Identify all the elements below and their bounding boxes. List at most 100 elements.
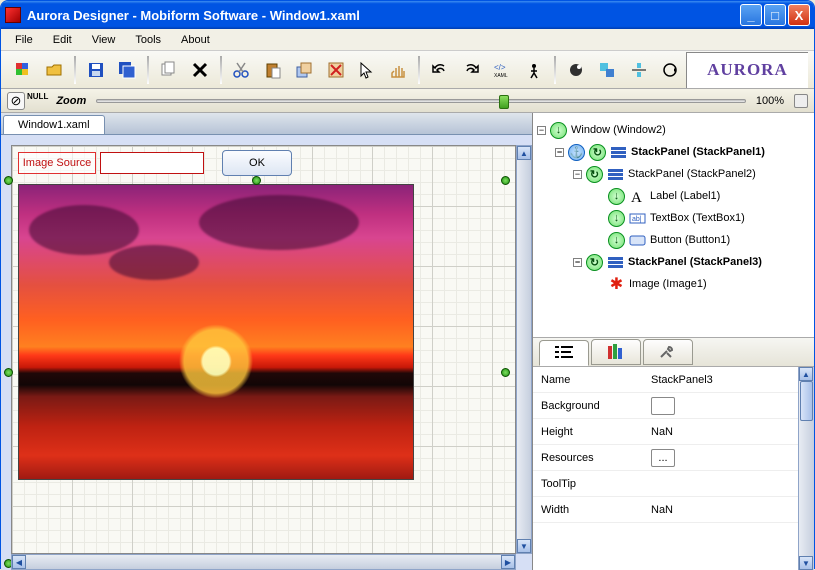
ellipsis-button[interactable]: ... xyxy=(651,449,675,467)
resources-tab[interactable] xyxy=(591,339,641,365)
paste-icon[interactable] xyxy=(260,57,285,83)
bring-front-icon[interactable] xyxy=(291,57,316,83)
run-icon[interactable] xyxy=(522,57,547,83)
pointer-icon[interactable] xyxy=(354,57,379,83)
image-source-label: Image Source xyxy=(18,152,96,174)
scroll-down-icon[interactable]: ▼ xyxy=(517,539,531,553)
property-label: Resources xyxy=(541,452,651,464)
property-row[interactable]: NameStackPanel3 xyxy=(533,367,798,393)
null-label: NULL xyxy=(27,92,48,101)
image-source-input[interactable] xyxy=(100,152,204,174)
element-tree: −↓Window (Window2)−⚓↻StackPanel (StackPa… xyxy=(533,113,814,337)
ok-button[interactable]: OK xyxy=(222,150,292,176)
properties-tab[interactable] xyxy=(539,340,589,366)
svg-text:XAML: XAML xyxy=(494,73,508,77)
lock-icon[interactable] xyxy=(323,57,348,83)
tree-item[interactable]: ↓ALabel (Label1) xyxy=(537,185,810,207)
zoom-label: Zoom xyxy=(56,95,86,107)
cut-icon[interactable] xyxy=(229,57,254,83)
expander-icon[interactable]: − xyxy=(537,126,546,135)
property-row[interactable]: WidthNaN xyxy=(533,497,798,523)
record-icon[interactable] xyxy=(563,57,588,83)
maximize-button[interactable]: □ xyxy=(764,4,786,26)
delete-icon[interactable] xyxy=(187,57,212,83)
save-all-icon[interactable] xyxy=(114,57,139,83)
menu-file[interactable]: File xyxy=(7,32,41,48)
expander-icon[interactable]: − xyxy=(555,148,564,157)
titlebar[interactable]: Aurora Designer - Mobiform Software - Wi… xyxy=(1,1,814,29)
tree-item[interactable]: ✱Image (Image1) xyxy=(537,273,810,295)
menu-view[interactable]: View xyxy=(84,32,124,48)
resize-handle[interactable] xyxy=(252,176,261,185)
open-icon[interactable] xyxy=(41,57,66,83)
properties-scrollbar[interactable]: ▲ ▼ xyxy=(798,367,814,570)
tree-item-label: StackPanel (StackPanel2) xyxy=(628,168,756,180)
undo-icon[interactable] xyxy=(427,57,452,83)
redo-icon[interactable] xyxy=(459,57,484,83)
menu-about[interactable]: About xyxy=(173,32,218,48)
property-tabstrip xyxy=(533,337,814,367)
property-value[interactable]: StackPanel3 xyxy=(651,374,713,386)
scroll-down-icon[interactable]: ▼ xyxy=(799,556,813,570)
cycle-icon: ↻ xyxy=(586,254,603,271)
tree-item-label: StackPanel (StackPanel1) xyxy=(631,146,765,158)
app-icon xyxy=(5,7,21,23)
align-icon[interactable] xyxy=(594,57,619,83)
new-icon[interactable] xyxy=(10,57,35,83)
document-tab[interactable]: Window1.xaml xyxy=(3,115,105,134)
copy-icon[interactable] xyxy=(156,57,181,83)
rotate-icon[interactable] xyxy=(657,57,682,83)
horizontal-scrollbar[interactable]: ◀ ▶ xyxy=(11,554,516,570)
tree-item[interactable]: −↻StackPanel (StackPanel3) xyxy=(537,251,810,273)
scroll-left-icon[interactable]: ◀ xyxy=(12,555,26,569)
zoom-thumb[interactable] xyxy=(499,95,509,109)
minimize-button[interactable]: _ xyxy=(740,4,762,26)
expander-icon[interactable]: − xyxy=(573,170,582,179)
scroll-right-icon[interactable]: ▶ xyxy=(501,555,515,569)
expander-icon[interactable]: − xyxy=(573,258,582,267)
toolbar: </>XAML AURORA xyxy=(1,51,814,89)
selection-frame xyxy=(8,180,506,564)
property-row[interactable]: ToolTip xyxy=(533,471,798,497)
tree-item[interactable]: −↓Window (Window2) xyxy=(537,119,810,141)
property-value[interactable]: NaN xyxy=(651,426,673,438)
down-arrow-icon: ↓ xyxy=(608,232,625,249)
tools-tab[interactable] xyxy=(643,339,693,365)
save-icon[interactable] xyxy=(83,57,108,83)
cycle-icon: ↻ xyxy=(589,144,606,161)
resize-handle[interactable] xyxy=(501,368,510,377)
menu-edit[interactable]: Edit xyxy=(45,32,80,48)
vertical-scrollbar[interactable]: ▲ ▼ xyxy=(516,145,532,554)
stackpanel-icon xyxy=(607,166,624,183)
menu-tools[interactable]: Tools xyxy=(127,32,169,48)
property-row[interactable]: Background xyxy=(533,393,798,419)
zoom-slider[interactable] xyxy=(96,99,746,103)
hand-icon[interactable] xyxy=(386,57,411,83)
color-picker-button[interactable] xyxy=(651,397,675,415)
xaml-icon[interactable]: </>XAML xyxy=(490,57,515,83)
property-row[interactable]: HeightNaN xyxy=(533,419,798,445)
close-button[interactable]: X xyxy=(788,4,810,26)
resize-handle[interactable] xyxy=(501,176,510,185)
tree-item[interactable]: −⚓↻StackPanel (StackPanel1) xyxy=(537,141,810,163)
tree-item[interactable]: ↓ab|TextBox (TextBox1) xyxy=(537,207,810,229)
design-canvas[interactable]: Image Source OK xyxy=(11,145,516,554)
textbox-icon: ab| xyxy=(629,210,646,227)
resize-handle[interactable] xyxy=(4,368,13,377)
property-label: Name xyxy=(541,374,651,386)
tree-item[interactable]: −↻StackPanel (StackPanel2) xyxy=(537,163,810,185)
property-label: ToolTip xyxy=(541,478,651,490)
menubar: File Edit View Tools About xyxy=(1,29,814,51)
tree-item[interactable]: ↓Button (Button1) xyxy=(537,229,810,251)
property-value[interactable]: NaN xyxy=(651,504,673,516)
svg-text:A: A xyxy=(631,190,642,205)
resize-handle[interactable] xyxy=(4,176,13,185)
down-arrow-icon: ↓ xyxy=(550,122,567,139)
scroll-up-icon[interactable]: ▲ xyxy=(799,367,813,381)
zoom-end-button[interactable] xyxy=(794,94,808,108)
properties-panel: NameStackPanel3BackgroundHeightNaNResour… xyxy=(533,367,814,570)
property-row[interactable]: Resources... xyxy=(533,445,798,471)
distribute-icon[interactable] xyxy=(626,57,651,83)
null-button[interactable]: ⊘ xyxy=(7,92,25,110)
scroll-up-icon[interactable]: ▲ xyxy=(517,146,531,160)
